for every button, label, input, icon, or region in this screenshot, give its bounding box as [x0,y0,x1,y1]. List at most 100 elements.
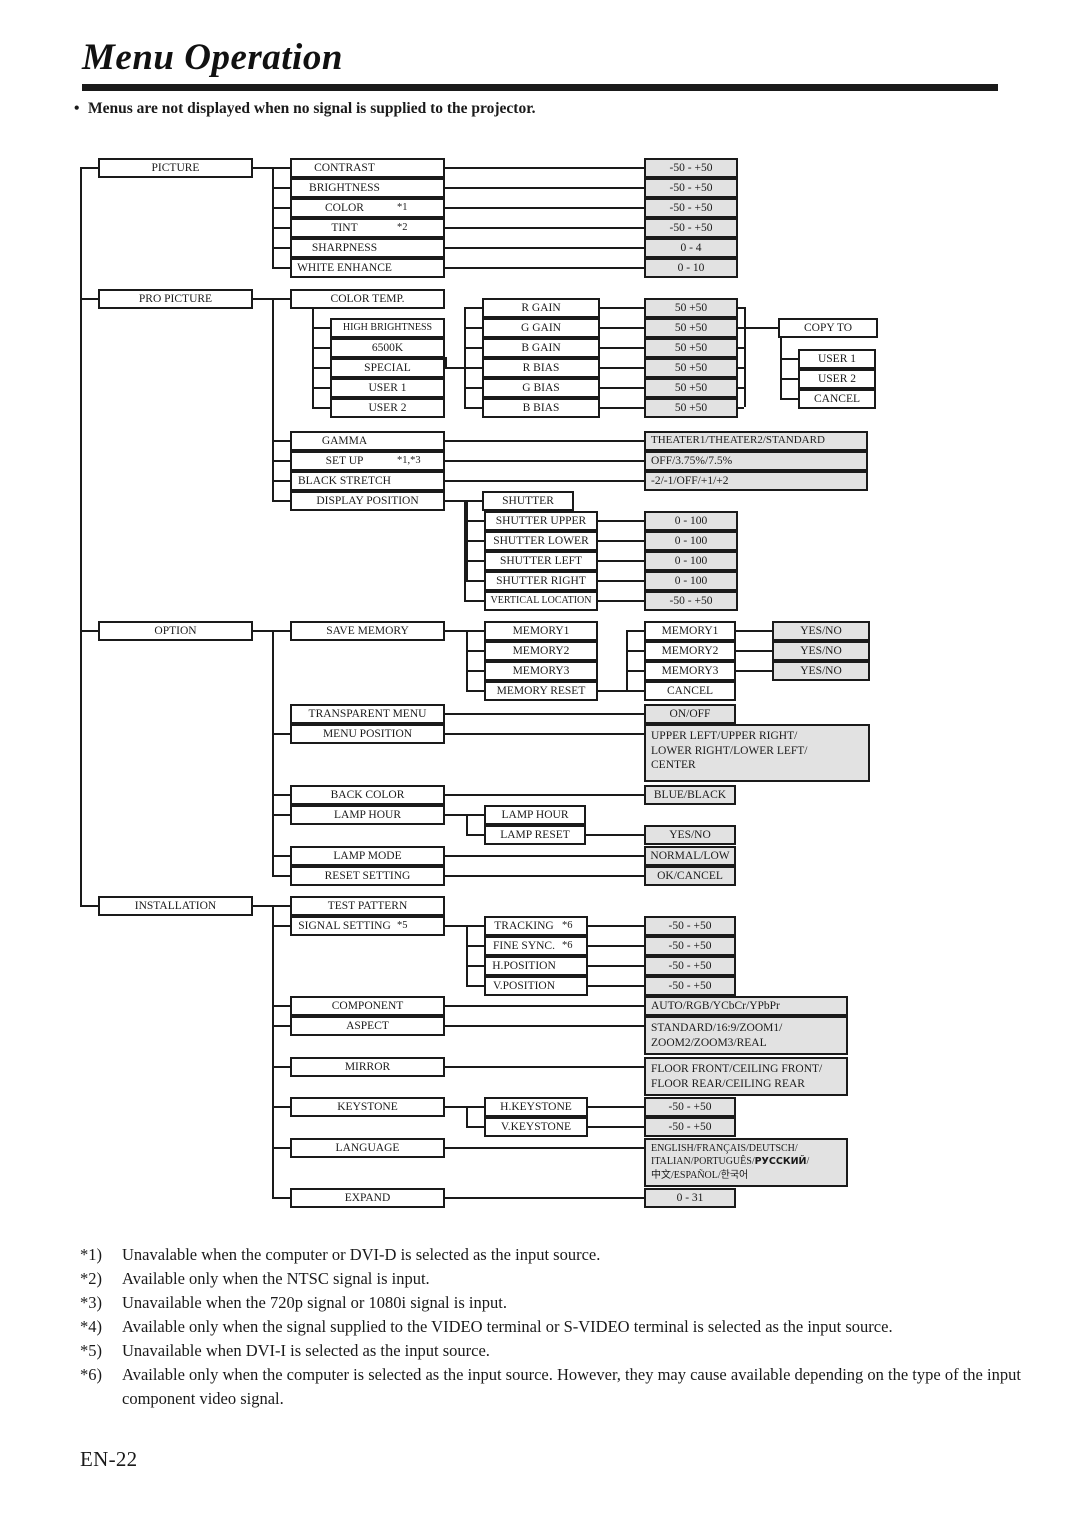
connector-line [445,167,644,169]
connector-line [272,1005,290,1007]
connector-line [272,187,290,189]
color-temp-preset-0: HIGH BRIGHTNESS [330,318,445,338]
connector-line [466,580,484,582]
connector-line [466,965,484,967]
connector-line [445,630,466,632]
language-line-2: ITALIAN/PORTUGUÊS/РУССКИЙ/ [651,1156,810,1168]
lamp-hour-sub-1: LAMP RESET [484,825,586,845]
color-temp-param-4: G BIAS [482,378,600,398]
memory-reset-slot-0: MEMORY1 [644,621,736,641]
connector-line [466,500,468,580]
footnote-4: *4) Available only when the signal suppli… [80,1315,1040,1338]
lamp-hour-sub-0: LAMP HOUR [484,805,586,825]
component-node: COMPONENT [290,996,445,1016]
connector-line [80,167,98,169]
picture-item-1: BRIGHTNESS [290,178,445,198]
node-label: V.POSITION [492,979,556,992]
connector-line [272,905,274,1197]
node-label: TRACKING [494,919,554,932]
color-temp-param-5: B BIAS [482,398,600,418]
color-temp-preset-3: USER 1 [330,378,445,398]
memory-reset-value-2: YES/NO [772,661,870,681]
connector-line [445,925,466,927]
connector-line [588,925,644,927]
language-korean: 한국어 [720,1169,749,1181]
connector-line [253,298,272,300]
transparent-menu-value: ON/OFF [644,704,736,724]
connector-line [272,733,290,735]
connector-line [464,347,482,349]
connector-line [466,925,468,985]
picture-value-3: -50 - +50 [644,218,738,238]
signal-value-3: -50 - +50 [644,976,736,996]
node-label: TINT [331,221,358,234]
footnote-key: *5) [80,1341,102,1361]
save-memory-node: SAVE MEMORY [290,621,445,641]
node-label: GAMMA [321,434,368,447]
connector-line [272,1106,290,1108]
connector-line [253,167,272,169]
memory-reset-slot-1: MEMORY2 [644,641,736,661]
intro-note-text: Menus are not displayed when no signal i… [88,100,536,117]
shutter-value-3: 0 - 100 [644,571,738,591]
connector-line [738,347,744,349]
pro-direct-0: GAMMA [290,431,445,451]
color-temp-param-value-4: 50 +50 [644,378,738,398]
connector-line [626,670,644,672]
keystone-value-1: -50 - +50 [644,1117,736,1137]
shutter-item-1: SHUTTER LOWER [484,531,598,551]
color-temp-param-3: R BIAS [482,358,600,378]
root-node-3: INSTALLATION [98,896,253,916]
keystone-node: KEYSTONE [290,1097,445,1117]
aspect-value-line: STANDARD/16:9/ZOOM1/ [651,1022,783,1034]
save-memory-slot-1: MEMORY2 [484,641,598,661]
color-temp-param-value-5: 50 +50 [644,398,738,418]
keystone-item-1: V.KEYSTONE [484,1117,588,1137]
connector-line [312,407,330,409]
copy-to-target-2: CANCEL [798,389,876,409]
color-temp-param-1: G GAIN [482,318,600,338]
connector-line [466,945,484,947]
connector-line [466,670,484,672]
connector-line [588,1126,644,1128]
picture-value-1: -50 - +50 [644,178,738,198]
reset-setting-node: RESET SETTING [290,866,445,886]
footnote-text: Available only when the computer is sele… [122,1365,1021,1408]
connector-line [272,440,290,442]
picture-item-0: CONTRAST [290,158,445,178]
connector-line [736,650,772,652]
connector-line [626,630,628,690]
color-temp-param-0: R GAIN [482,298,600,318]
connector-line [445,227,644,229]
connector-line [598,540,644,542]
connector-line [744,327,778,329]
connector-line [738,387,744,389]
intro-note: • Menus are not displayed when no signal … [74,100,1014,118]
shutter-node: SHUTTER [482,491,574,511]
connector-line [272,1066,290,1068]
color-temp-param-value-2: 50 +50 [644,338,738,358]
pro-direct-value-1: OFF/3.75%/7.5% [644,451,868,471]
language-value: ENGLISH/FRANÇAIS/DEUTSCH/ITALIAN/PORTUGU… [644,1138,848,1187]
picture-value-2: -50 - +50 [644,198,738,218]
lamp-mode-node: LAMP MODE [290,846,445,866]
root-node-2: OPTION [98,621,253,641]
connector-line [464,367,482,369]
aspect-node: ASPECT [290,1016,445,1036]
connector-line [272,298,290,300]
shutter-item-4: VERTICAL LOCATION [484,591,598,611]
back-color-node: BACK COLOR [290,785,445,805]
picture-value-5: 0 - 10 [644,258,738,278]
root-node-1: PRO PICTURE [98,289,253,309]
connector-line [466,985,484,987]
connector-line [272,480,290,482]
connector-line [466,630,484,632]
color-temp-preset-1: 6500K [330,338,445,358]
connector-line [600,327,644,329]
connector-line [738,307,744,309]
shutter-value-2: 0 - 100 [644,551,738,571]
transparent-menu-node: TRANSPARENT MENU [290,704,445,724]
connector-line [80,298,98,300]
connector-line [80,905,98,907]
mirror-value-line: FLOOR REAR/CEILING REAR [651,1077,805,1090]
